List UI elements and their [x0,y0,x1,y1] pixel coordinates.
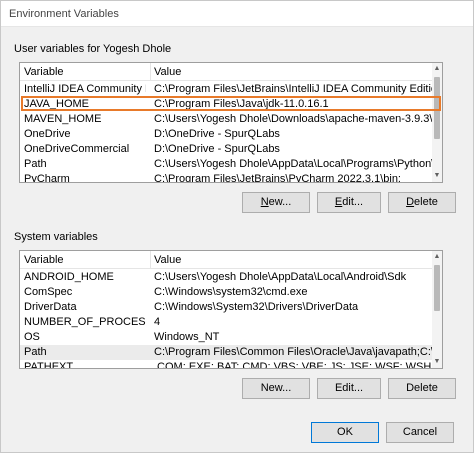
user-variables-list[interactable]: Variable Value IntelliJ IDEA Community E… [19,62,443,183]
list-item[interactable]: NUMBER_OF_PROCESSORS 4 [20,315,442,330]
variable-name: DriverData [24,301,77,313]
scroll-down-icon[interactable]: ▼ [433,171,441,181]
list-item[interactable]: PyCharm C:\Program Files\JetBrains\PyCha… [20,172,442,183]
system-edit-button[interactable]: Edit... [317,378,381,399]
variable-name: Path [24,346,47,358]
system-new-button[interactable]: New... [242,378,310,399]
list-item[interactable]: OneDriveCommercial D:\OneDrive - SpurQLa… [20,142,442,157]
scroll-up-icon[interactable]: ▲ [433,252,441,262]
ok-button[interactable]: OK [311,422,379,443]
system-variables-scrollbar[interactable]: ▲ ▼ [432,251,442,368]
scroll-down-icon[interactable]: ▼ [433,357,441,367]
window-title: Environment Variables [9,8,119,20]
user-new-button[interactable]: New... [242,192,310,213]
environment-variables-dialog: Environment Variables User variables for… [0,0,474,453]
system-variables-list[interactable]: Variable Value ANDROID_HOME C:\Users\Yog… [19,250,443,369]
column-separator[interactable] [150,251,151,269]
column-header-variable[interactable]: Variable [24,254,64,266]
variable-value: .COM;.EXE;.BAT;.CMD;.VBS;.VBE;.JS;.JSE;.… [154,361,440,369]
list-item[interactable]: IntelliJ IDEA Community Edit... C:\Progr… [20,82,442,97]
user-variables-label: User variables for Yogesh Dhole [14,43,172,55]
variable-name: Path [24,158,47,170]
cancel-button[interactable]: Cancel [386,422,454,443]
variable-name: OS [24,331,40,343]
column-header-value[interactable]: Value [154,254,181,266]
list-item[interactable]: MAVEN_HOME C:\Users\Yogesh Dhole\Downloa… [20,112,442,127]
variable-value: C:\Program Files\Common Files\Oracle\Jav… [154,346,440,358]
scroll-thumb[interactable] [434,265,440,311]
variable-value: C:\Windows\system32\cmd.exe [154,286,308,298]
variable-name: OneDrive [24,128,71,140]
list-item[interactable]: PATHEXT .COM;.EXE;.BAT;.CMD;.VBS;.VBE;.J… [20,360,442,369]
user-delete-button[interactable]: Delete [388,192,456,213]
variable-value: D:\OneDrive - SpurQLabs [154,143,280,155]
variable-name: PyCharm [24,173,70,183]
variable-value: C:\Windows\System32\Drivers\DriverData [154,301,359,313]
column-header-value[interactable]: Value [154,66,181,78]
variable-value: 4 [154,316,161,328]
variable-name: PATHEXT [24,361,74,369]
scroll-thumb[interactable] [434,77,440,139]
user-edit-button[interactable]: Edit... [317,192,381,213]
title-bar[interactable]: Environment Variables [1,1,473,27]
variable-name: IntelliJ IDEA Community Edit... [24,83,146,95]
variable-name: ANDROID_HOME [24,271,114,283]
user-variables-scrollbar[interactable]: ▲ ▼ [432,63,442,182]
variable-value: C:\Program Files\JetBrains\IntelliJ IDEA… [154,83,440,95]
variable-name: ComSpec [24,286,73,298]
variable-value: C:\Users\Yogesh Dhole\AppData\Local\Andr… [154,271,407,283]
list-item[interactable]: ANDROID_HOME C:\Users\Yogesh Dhole\AppDa… [20,270,442,285]
list-item[interactable]: OneDrive D:\OneDrive - SpurQLabs [20,127,442,142]
variable-value: C:\Program Files\Java\jdk-11.0.16.1 [154,98,329,110]
system-variables-label: System variables [14,231,98,243]
list-item-path-selected[interactable]: Path C:\Program Files\Common Files\Oracl… [20,345,442,360]
variable-value: C:\Users\Yogesh Dhole\Downloads\apache-m… [154,113,440,125]
variable-value: C:\Users\Yogesh Dhole\AppData\Local\Prog… [154,158,440,170]
user-variables-header: Variable Value [20,63,442,81]
scroll-up-icon[interactable]: ▲ [433,64,441,74]
variable-value: D:\OneDrive - SpurQLabs [154,128,280,140]
list-item-java-home[interactable]: JAVA_HOME C:\Program Files\Java\jdk-11.0… [20,97,442,112]
variable-name: NUMBER_OF_PROCESSORS [24,316,146,328]
variable-name: JAVA_HOME [24,98,89,110]
column-separator[interactable] [150,63,151,81]
column-header-variable[interactable]: Variable [24,66,64,78]
variable-value: Windows_NT [154,331,220,343]
system-delete-button[interactable]: Delete [388,378,456,399]
list-item[interactable]: Path C:\Users\Yogesh Dhole\AppData\Local… [20,157,442,172]
variable-name: MAVEN_HOME [24,113,102,125]
system-variables-header: Variable Value [20,251,442,269]
variable-name: OneDriveCommercial [24,143,130,155]
list-item[interactable]: OS Windows_NT [20,330,442,345]
list-item[interactable]: DriverData C:\Windows\System32\Drivers\D… [20,300,442,315]
variable-value: C:\Program Files\JetBrains\PyCharm 2022.… [154,173,401,183]
list-item[interactable]: ComSpec C:\Windows\system32\cmd.exe [20,285,442,300]
